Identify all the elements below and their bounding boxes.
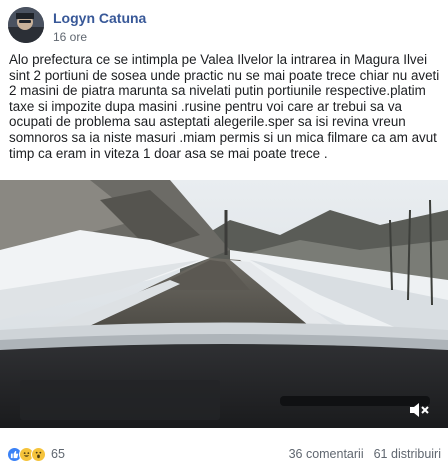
post-text: Alo prefectura ce se intimpla pe Valea I…: [9, 52, 440, 161]
mute-icon: [410, 403, 429, 417]
engagement-stats: 36 comentarii 61 distribuiri: [289, 447, 441, 461]
post-timestamp[interactable]: 16 ore: [53, 30, 87, 44]
avatar-image: [8, 7, 44, 43]
shares-count[interactable]: 61 distribuiri: [374, 447, 441, 461]
post-footer: 65 36 comentarii 61 distribuiri: [0, 438, 448, 469]
reaction-count[interactable]: 65: [51, 447, 65, 461]
comments-count[interactable]: 36 comentarii: [289, 447, 364, 461]
avatar[interactable]: [8, 7, 44, 43]
post-header: Logyn Catuna 16 ore: [0, 0, 448, 48]
video-player[interactable]: [0, 180, 448, 428]
video-frame: [0, 180, 448, 428]
wow-icon: [31, 446, 46, 462]
post-author[interactable]: Logyn Catuna: [53, 10, 146, 26]
mute-button[interactable]: [408, 400, 430, 420]
reactions-summary[interactable]: 65: [7, 446, 65, 462]
